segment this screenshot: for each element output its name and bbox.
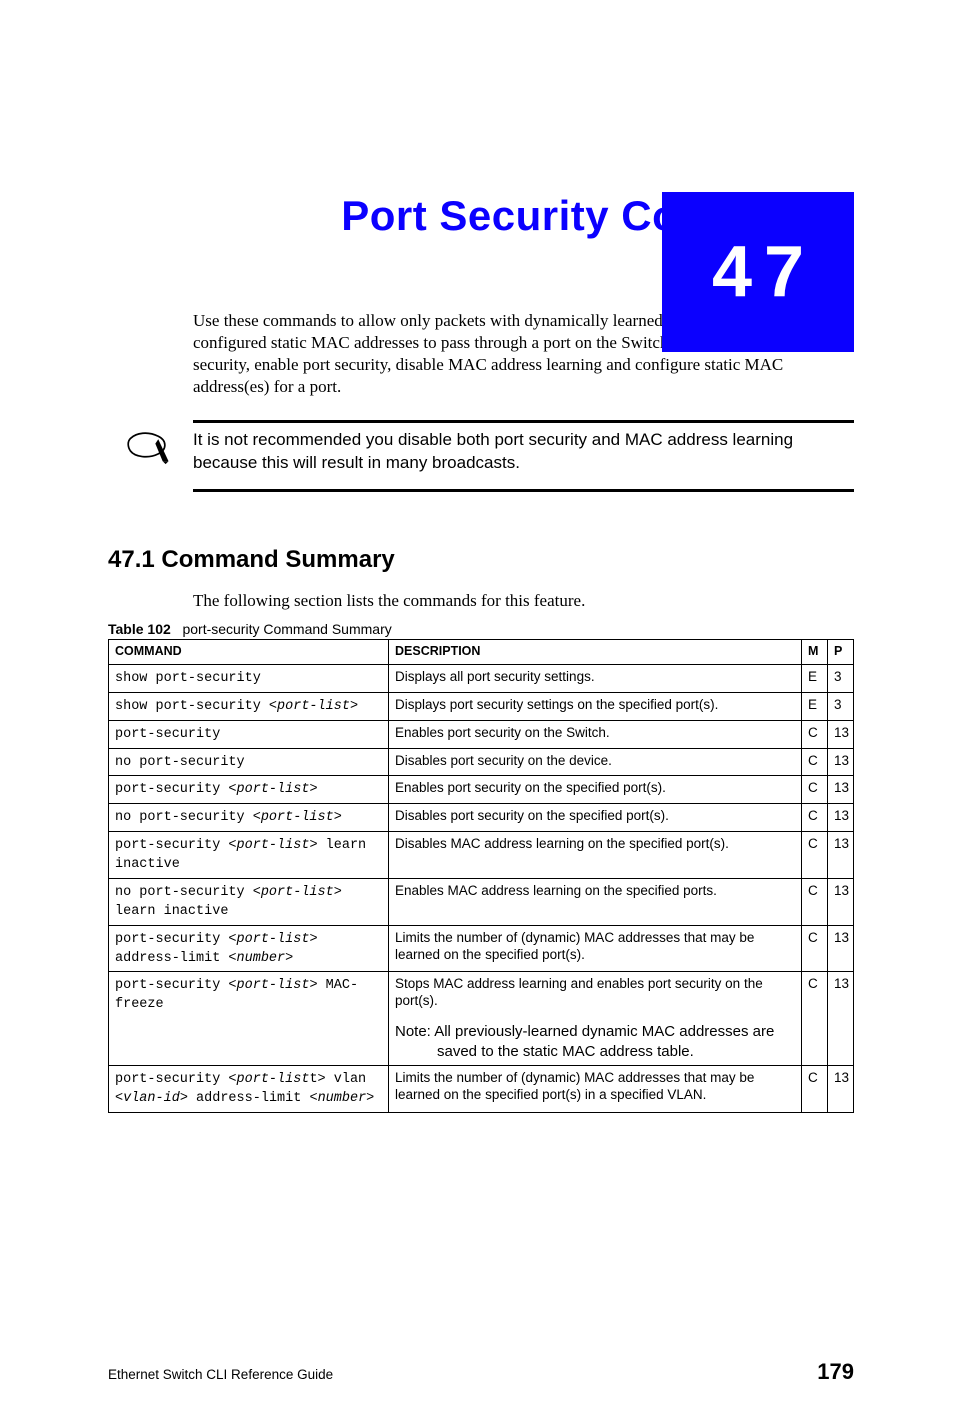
page-footer: Ethernet Switch CLI Reference Guide 179 <box>108 1359 854 1385</box>
cell-description: Disables port security on the device. <box>389 748 802 776</box>
table-row: no port-security <port-list> learn inact… <box>109 878 854 925</box>
cell-command: port-security <port-list> learn inactive <box>109 832 389 879</box>
cell-p: 13 <box>828 1066 854 1113</box>
cell-m: C <box>802 720 828 748</box>
cell-p: 13 <box>828 972 854 1066</box>
cell-p: 13 <box>828 925 854 972</box>
cell-m: C <box>802 832 828 879</box>
th-p: P <box>828 640 854 665</box>
command-summary-table: COMMAND DESCRIPTION M P show port-securi… <box>108 639 854 1113</box>
cell-m: C <box>802 1066 828 1113</box>
cell-command: show port-security <box>109 664 389 692</box>
cell-m: C <box>802 776 828 804</box>
cell-p: 13 <box>828 776 854 804</box>
cell-description: Stops MAC address learning and enables p… <box>389 972 802 1066</box>
cell-command: show port-security <port-list> <box>109 692 389 720</box>
cell-description: Limits the number of (dynamic) MAC addre… <box>389 925 802 972</box>
handwriting-note-icon <box>108 429 193 467</box>
cell-p: 13 <box>828 804 854 832</box>
cell-command: port-security <port-list> address-limit … <box>109 925 389 972</box>
table-row: no port-securityDisables port security o… <box>109 748 854 776</box>
cell-p: 3 <box>828 692 854 720</box>
th-m: M <box>802 640 828 665</box>
chapter-number: 47 <box>712 231 816 313</box>
cell-description: Enables MAC address learning on the spec… <box>389 878 802 925</box>
cell-command: no port-security <port-list> <box>109 804 389 832</box>
cell-description: Disables port security on the specified … <box>389 804 802 832</box>
cell-command: no port-security <box>109 748 389 776</box>
cell-command: port-security <port-listt> vlan <vlan-id… <box>109 1066 389 1113</box>
cell-description: Limits the number of (dynamic) MAC addre… <box>389 1066 802 1113</box>
table-row: port-security <port-listt> vlan <vlan-id… <box>109 1066 854 1113</box>
note-rule-top <box>193 420 854 423</box>
cell-m: E <box>802 664 828 692</box>
cell-command: port-security <port-list> <box>109 776 389 804</box>
table-row: port-security <port-list> MAC-freezeStop… <box>109 972 854 1066</box>
cell-p: 13 <box>828 832 854 879</box>
cell-description: Disables MAC address learning on the spe… <box>389 832 802 879</box>
table-row: show port-securityDisplays all port secu… <box>109 664 854 692</box>
note-rule-bottom <box>193 489 854 492</box>
cell-command: no port-security <port-list> learn inact… <box>109 878 389 925</box>
cell-p: 13 <box>828 720 854 748</box>
table-caption: Table 102 port-security Command Summary <box>108 621 854 637</box>
cell-p: 13 <box>828 878 854 925</box>
cell-m: E <box>802 692 828 720</box>
chapter-number-badge: 47 <box>662 192 854 352</box>
table-caption-text: port-security Command Summary <box>182 621 391 637</box>
table-row: port-security <port-list>Enables port se… <box>109 776 854 804</box>
note-text: It is not recommended you disable both p… <box>193 429 854 475</box>
row-note: Note: All previously-learned dynamic MAC… <box>395 1022 795 1061</box>
section-heading: 47.1 Command Summary <box>108 546 854 574</box>
cell-description: Displays all port security settings. <box>389 664 802 692</box>
cell-command: port-security <port-list> MAC-freeze <box>109 972 389 1066</box>
footer-page-number: 179 <box>817 1359 854 1385</box>
cell-m: C <box>802 972 828 1066</box>
cell-description: Enables port security on the Switch. <box>389 720 802 748</box>
table-label: Table 102 <box>108 621 171 637</box>
cell-m: C <box>802 878 828 925</box>
table-row: port-security <port-list> address-limit … <box>109 925 854 972</box>
cell-m: C <box>802 925 828 972</box>
table-row: port-security <port-list> learn inactive… <box>109 832 854 879</box>
th-description: DESCRIPTION <box>389 640 802 665</box>
cell-command: port-security <box>109 720 389 748</box>
th-command: COMMAND <box>109 640 389 665</box>
table-header-row: COMMAND DESCRIPTION M P <box>109 640 854 665</box>
table-row: no port-security <port-list>Disables por… <box>109 804 854 832</box>
cell-description: Enables port security on the specified p… <box>389 776 802 804</box>
footer-doc-title: Ethernet Switch CLI Reference Guide <box>108 1367 333 1382</box>
note-block: It is not recommended you disable both p… <box>108 420 854 492</box>
cell-p: 13 <box>828 748 854 776</box>
cell-m: C <box>802 748 828 776</box>
cell-description: Displays port security settings on the s… <box>389 692 802 720</box>
cell-m: C <box>802 804 828 832</box>
table-row: port-securityEnables port security on th… <box>109 720 854 748</box>
cell-p: 3 <box>828 664 854 692</box>
table-row: show port-security <port-list>Displays p… <box>109 692 854 720</box>
section-intro: The following section lists the commands… <box>193 591 854 611</box>
